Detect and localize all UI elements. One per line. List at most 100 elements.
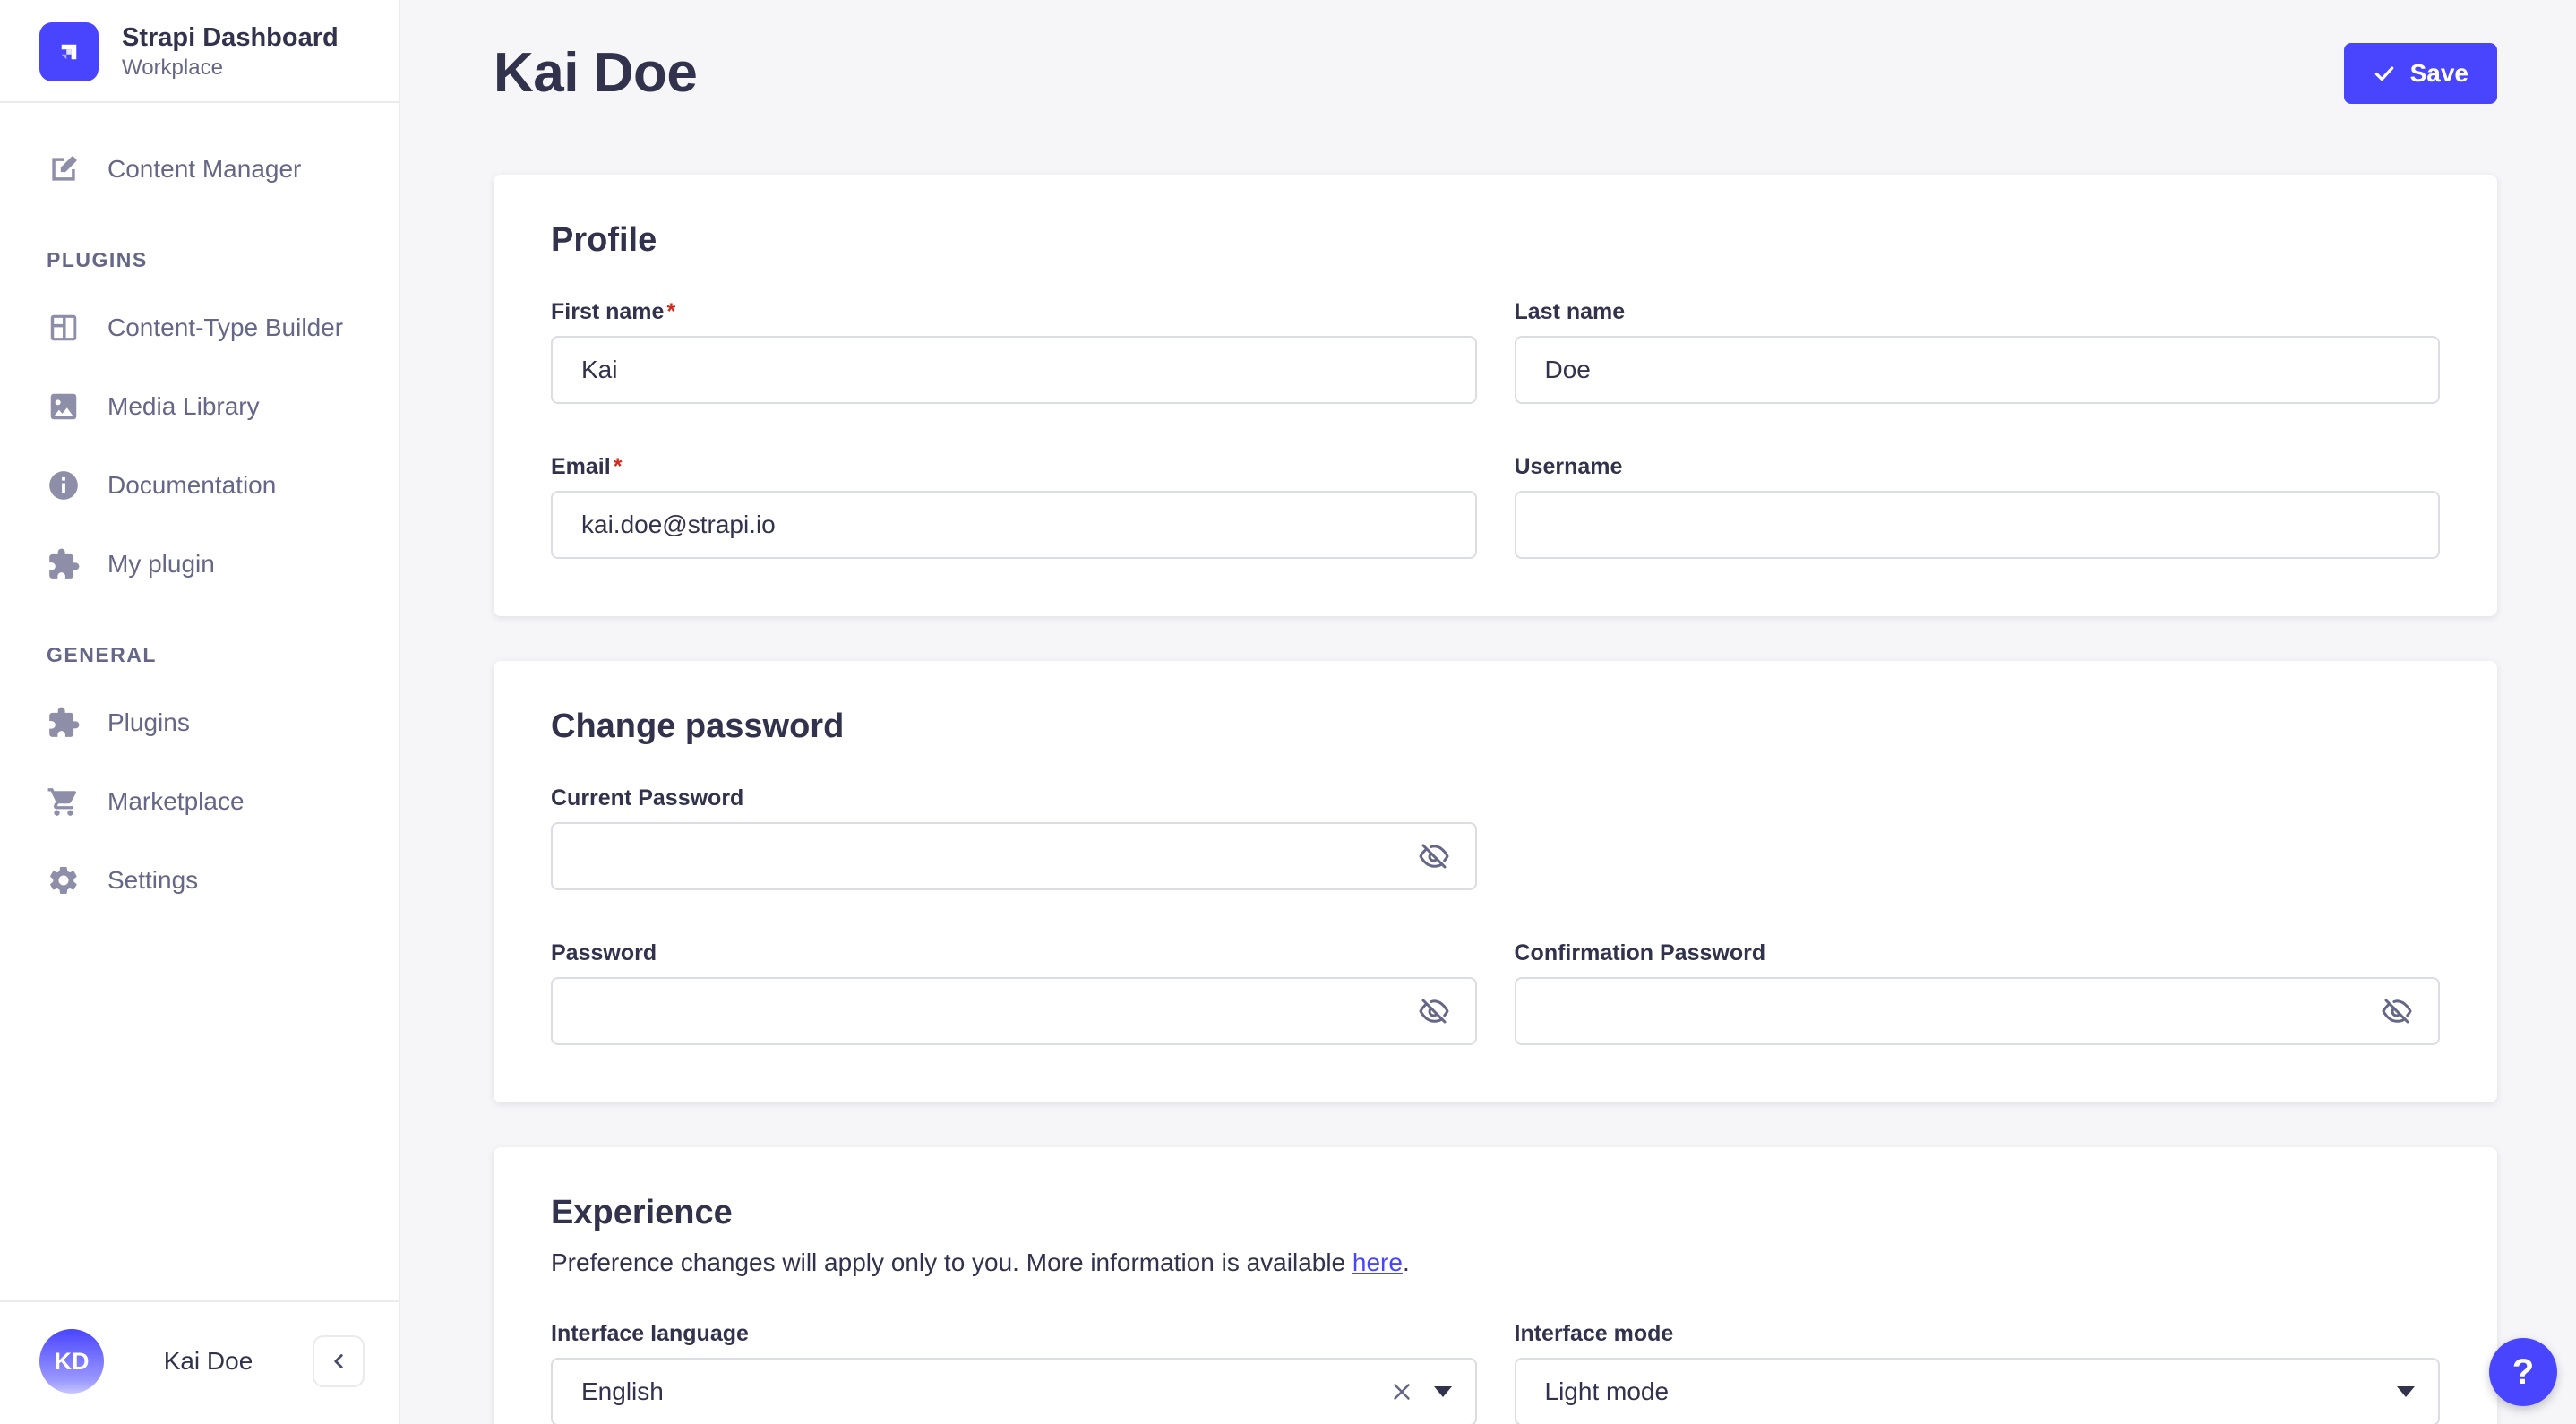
sidebar-item-label: Settings: [107, 866, 199, 895]
last-name-input[interactable]: [1514, 336, 2440, 404]
chevron-down-icon: [2397, 1385, 2415, 1397]
first-name-input[interactable]: [551, 336, 1477, 404]
sidebar-item-content-type-builder[interactable]: Content-Type Builder: [0, 288, 399, 367]
chevron-left-icon: [334, 1354, 343, 1368]
eye-off-icon: [2382, 999, 2412, 1024]
field-label-text: Last name: [1514, 299, 1626, 324]
required-asterisk: *: [666, 299, 676, 324]
sidebar-item-documentation[interactable]: Documentation: [0, 446, 399, 525]
field-label-text: Interface mode: [1514, 1320, 1674, 1346]
toggle-password-visibility-button[interactable]: [1414, 991, 1454, 1031]
save-button-label: Save: [2409, 58, 2469, 87]
interface-language-select[interactable]: English: [551, 1357, 1477, 1424]
sidebar-item-label: Content-Type Builder: [107, 313, 344, 342]
interface-language-field-group: Interface language English This will: [551, 1321, 1477, 1424]
page-title: Kai Doe: [494, 42, 698, 104]
username-input[interactable]: [1514, 491, 2440, 559]
workspace-title: Strapi Dashboard: [122, 23, 339, 52]
password-label: Password: [551, 940, 1477, 966]
avatar: KD: [39, 1329, 104, 1394]
eye-off-icon: [1419, 999, 1448, 1024]
sidebar-item-label: Marketplace: [107, 787, 245, 816]
last-name-field-group: Last name: [1514, 299, 2441, 404]
workspace-brand[interactable]: Strapi Dashboard Workplace: [0, 0, 399, 104]
eye-off-icon: [1419, 844, 1448, 869]
sidebar-item-settings[interactable]: Settings: [0, 841, 399, 920]
sidebar-user-area: KD Kai Doe: [0, 1300, 399, 1424]
current-password-field-group: Current Password: [551, 785, 1477, 890]
field-label-text: Username: [1514, 454, 1623, 479]
clear-icon: [1393, 1383, 1410, 1400]
sidebar-item-marketplace[interactable]: Marketplace: [0, 762, 399, 841]
sidebar-item-content-manager[interactable]: Content Manager: [0, 130, 399, 209]
main-content: Kai Doe Save Profile First name * Kai La…: [400, 0, 2576, 1424]
sidebar-item-label: Documentation: [107, 471, 277, 500]
field-label-text: Interface language: [551, 1320, 749, 1346]
field-label-text: First name: [551, 299, 665, 324]
sidebar-item-plugins[interactable]: Plugins: [0, 683, 399, 762]
profile-page-content: Profile First name* Last name: [400, 175, 2576, 1424]
field-label-text: Password: [551, 940, 657, 965]
last-name-label: Last name: [1515, 299, 2441, 325]
strapi-logo-icon: [39, 21, 99, 81]
experience-card-title: Experience: [551, 1194, 733, 1231]
profile-fields: First name* Last name Email*: [551, 299, 2440, 559]
interface-mode-label: Interface mode: [1515, 1321, 2441, 1347]
username-field-group: Username: [1514, 454, 2441, 559]
sidebar-section-plugins: PLUGINS: [47, 248, 148, 272]
email-label: Email *: [551, 454, 1477, 480]
current-password-label: Current Password: [551, 785, 1477, 811]
experience-card: Experience Preference changes will apply…: [494, 1147, 2497, 1424]
interface-language-value: English: [581, 1377, 664, 1405]
cart-icon: [47, 788, 76, 817]
password-input[interactable]: [551, 977, 1477, 1045]
interface-mode-select[interactable]: Light mode: [1514, 1357, 2440, 1424]
chevron-down-icon: [1433, 1385, 1452, 1397]
field-label-text: Confirmation Password: [1514, 940, 1766, 965]
grid-spacer: [1515, 785, 2441, 890]
experience-description: Preference changes will apply only to yo…: [551, 1245, 2440, 1282]
clear-language-button[interactable]: [1384, 1374, 1420, 1410]
interface-mode-field-group: Interface mode Light mode Displays your …: [1514, 1321, 2441, 1424]
pen-square-icon: [52, 156, 77, 182]
toggle-password-visibility-button[interactable]: [1414, 836, 1454, 876]
experience-fields: Interface language English This will: [551, 1321, 2440, 1424]
puzzle-icon: [49, 549, 80, 579]
sidebar-nav: Content Manager PLUGINS Content-Type Bui…: [0, 103, 399, 1300]
change-password-card: Change password Current Password Passwor…: [494, 661, 2497, 1102]
collapse-sidebar-button[interactable]: [313, 1335, 365, 1387]
new-password-field-group: Password: [551, 940, 1477, 1045]
sidebar-section-general: GENERAL: [47, 643, 157, 667]
gear-icon: [50, 867, 77, 895]
check-icon: [2374, 65, 2393, 81]
profile-card-title: Profile: [551, 221, 657, 259]
help-button[interactable]: ?: [2489, 1338, 2557, 1406]
change-password-card-title: Change password: [551, 708, 845, 745]
required-asterisk: *: [613, 454, 623, 479]
image-icon: [50, 394, 77, 420]
sidebar-item-label: Plugins: [107, 708, 190, 737]
sidebar-item-label: My plugin: [107, 550, 215, 579]
sidebar-item-my-plugin[interactable]: My plugin: [0, 525, 399, 604]
field-label-text: Email: [551, 454, 611, 479]
username-label: Username: [1515, 454, 2441, 480]
profile-card: Profile First name* Last name: [494, 175, 2497, 616]
sidebar-item-label: Content Manager: [107, 155, 302, 184]
toggle-password-visibility-button[interactable]: [2377, 991, 2417, 1031]
field-label-text: Current Password: [551, 785, 744, 811]
password-fields: Current Password Password Confirmation P…: [551, 785, 2440, 1045]
more-information-link[interactable]: here: [1352, 1248, 1403, 1276]
sidebar-item-label: Media Library: [107, 392, 260, 421]
email-input[interactable]: [551, 491, 1477, 559]
sidebar-item-media-library[interactable]: Media Library: [0, 367, 399, 446]
interface-mode-value: Light mode: [1544, 1377, 1670, 1405]
save-button[interactable]: Save: [2343, 42, 2497, 104]
info-icon: [49, 471, 78, 501]
confirmation-password-input[interactable]: [1514, 977, 2440, 1045]
password-input-wrap: [551, 977, 1477, 1045]
layout-icon: [50, 315, 77, 341]
sidebar: Strapi Dashboard Workplace Content Manag…: [0, 0, 400, 1424]
current-password-input[interactable]: [551, 822, 1477, 890]
current-password-input-wrap: [551, 822, 1477, 890]
confirmation-password-label: Confirmation Password: [1515, 940, 2441, 966]
